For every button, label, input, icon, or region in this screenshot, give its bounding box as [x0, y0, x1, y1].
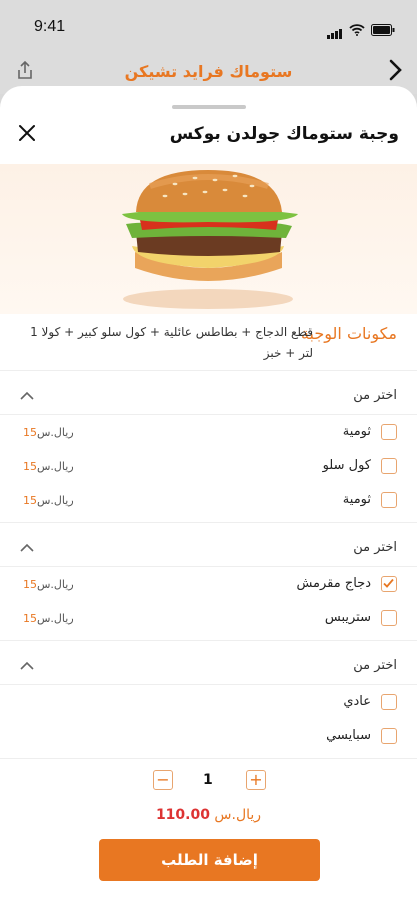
increase-button[interactable]: + [246, 770, 266, 790]
option-item[interactable]: ستريبس ريال.س15 [0, 602, 417, 636]
checkbox[interactable] [381, 458, 397, 474]
chevron-up-icon[interactable] [20, 538, 34, 557]
option-price: ريال.س15 [20, 460, 74, 473]
product-image [0, 164, 417, 314]
options-section-header[interactable]: اختر من [0, 530, 417, 566]
divider [0, 758, 417, 759]
price-value: 15 [23, 494, 37, 507]
battery-icon [371, 23, 395, 36]
meal-components-title: مكونات الوجبة [300, 324, 397, 343]
option-item[interactable]: عادي [0, 686, 417, 720]
chevron-up-icon[interactable] [20, 656, 34, 675]
sheet-handle[interactable] [172, 105, 246, 109]
price-currency: ريال.س [37, 494, 74, 507]
store-title: ستوماك فرايد تشيكن [124, 62, 293, 81]
meal-description: قطع الدجاج + بطاطس عائلية + كول سلو كبير… [30, 325, 313, 360]
chevron-up-icon[interactable] [20, 386, 34, 405]
option-price: ريال.س15 [20, 426, 74, 439]
add-order-button[interactable]: إضافة الطلب [99, 839, 320, 881]
option-item[interactable]: ثومية ريال.س15 [0, 416, 417, 450]
checkbox[interactable] [381, 694, 397, 710]
option-item[interactable]: ثومية ريال.س15 [0, 484, 417, 518]
option-name: عادي [343, 694, 371, 709]
option-price: ريال.س15 [20, 612, 74, 625]
decrease-button[interactable]: − [153, 770, 173, 790]
close-icon[interactable] [18, 122, 36, 146]
divider [0, 414, 417, 415]
price-value: 15 [23, 460, 37, 473]
option-item[interactable]: دجاج مقرمش ريال.س15 [0, 568, 417, 602]
checkbox[interactable] [381, 492, 397, 508]
option-name: ستريبس [324, 610, 371, 625]
price-value: 15 [23, 426, 37, 439]
divider [0, 522, 417, 523]
divider [0, 684, 417, 685]
divider [0, 566, 417, 567]
option-name: كول سلو [322, 458, 371, 473]
option-item[interactable]: كول سلو ريال.س15 [0, 450, 417, 484]
total-amount: 110.00 [155, 807, 210, 823]
divider [0, 640, 417, 641]
section-label: اختر من [353, 658, 397, 673]
option-name: ثومية [342, 424, 371, 439]
options-section-header[interactable]: اختر من [0, 378, 417, 414]
divider [0, 370, 417, 371]
total-price: ريال.س 110.00 [0, 807, 417, 823]
checkbox[interactable] [381, 610, 397, 626]
price-value: 15 [23, 578, 37, 591]
checkbox[interactable] [381, 728, 397, 744]
checkbox[interactable] [381, 424, 397, 440]
wifi-icon [349, 23, 365, 36]
quantity-value: 1 [203, 772, 213, 788]
section-label: اختر من [353, 540, 397, 555]
option-item[interactable]: سبايسي [0, 720, 417, 754]
option-name: ثومية [342, 492, 371, 507]
options-section-header[interactable]: اختر من [0, 648, 417, 684]
option-name: سبايسي [326, 728, 371, 743]
checkbox-checked[interactable] [381, 576, 397, 592]
signal-icon [327, 20, 343, 39]
price-currency: ريال.س [37, 460, 74, 473]
status-icons [327, 20, 395, 39]
chevron-right-icon[interactable] [387, 58, 403, 89]
total-currency: ريال.س [214, 807, 262, 823]
product-title: وجبة ستوماك جولدن بوكس [169, 124, 399, 144]
price-currency: ريال.س [37, 612, 74, 625]
price-currency: ريال.س [37, 426, 74, 439]
quantity-stepper: − 1 + [0, 768, 417, 798]
status-time: 9:41 [34, 18, 66, 35]
status-bar: 9:41 [0, 0, 417, 50]
section-label: اختر من [353, 388, 397, 403]
option-price: ريال.س15 [20, 494, 74, 507]
price-value: 15 [23, 612, 37, 625]
option-name: دجاج مقرمش [296, 576, 371, 591]
option-price: ريال.س15 [20, 578, 74, 591]
product-sheet: وجبة ستوماك جولدن بوكس مكونات الوجبة قطع… [0, 86, 417, 900]
price-currency: ريال.س [37, 578, 74, 591]
